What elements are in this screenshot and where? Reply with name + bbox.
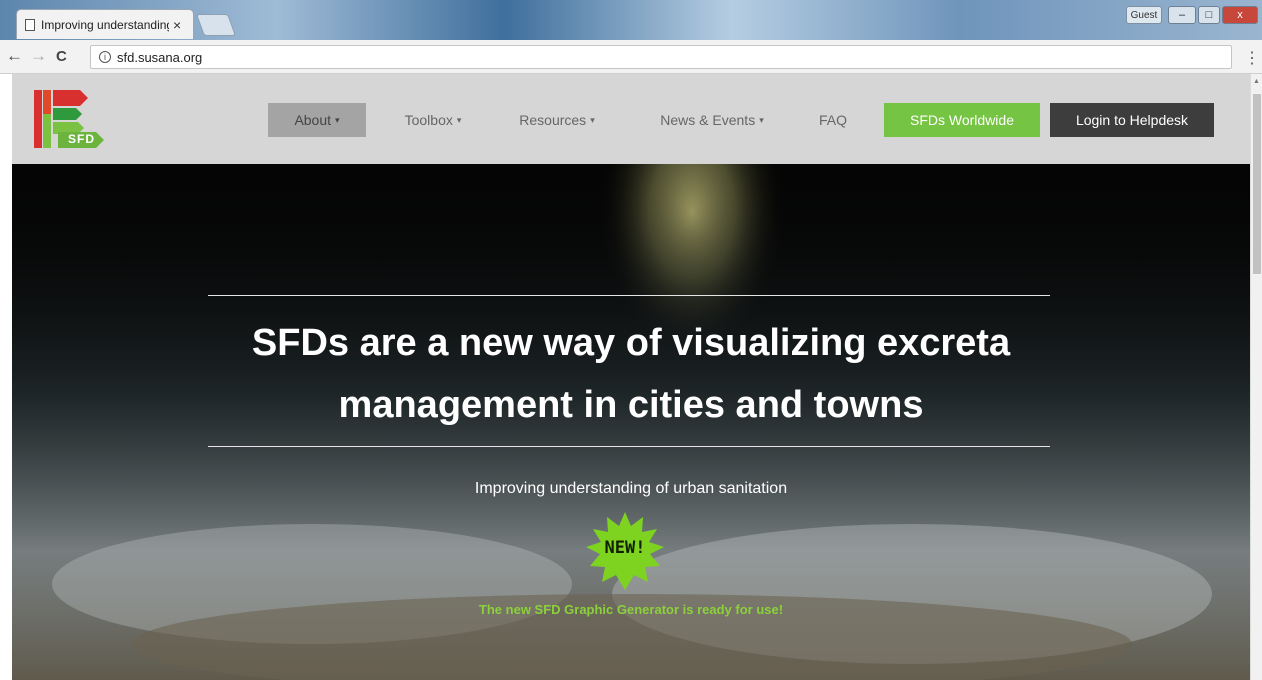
hero-title-line-2: management in cities and towns [338, 384, 924, 426]
logo-text: SFD [68, 132, 95, 146]
url-text: sfd.susana.org [117, 49, 203, 65]
nav-faq-label: FAQ [818, 112, 847, 128]
new-tab-button[interactable] [195, 14, 237, 36]
reload-icon[interactable]: C [56, 48, 67, 65]
chevron-down-icon: ▾ [590, 114, 595, 125]
back-arrow-icon[interactable]: ← [6, 46, 23, 66]
sfds-worldwide-button[interactable]: SFDs Worldwide [884, 103, 1040, 137]
nav-about[interactable]: About ▾ [268, 103, 366, 137]
minimize-button[interactable]: – [1168, 6, 1196, 24]
nav-resources[interactable]: Resources ▾ [506, 103, 608, 137]
browser-menu-icon[interactable]: ⋮ [1244, 48, 1260, 68]
hero-title: SFDs are a new way of visualizing excret… [152, 312, 1110, 436]
hero-section: SFDs are a new way of visualizing excret… [12, 164, 1250, 680]
sfd-logo[interactable]: SFD [34, 90, 106, 148]
graphic-generator-link[interactable]: The new SFD Graphic Generator is ready f… [312, 602, 950, 617]
page-scrollbar[interactable]: ▲ [1250, 74, 1262, 680]
site-header: SFD About ▾ Toolbox ▾ Resources ▾ News &… [12, 74, 1250, 164]
browser-toolbar: ← → C i sfd.susana.org ⋮ [0, 40, 1262, 74]
page-icon [25, 18, 35, 31]
window-close-button[interactable]: x [1222, 6, 1258, 24]
browser-titlebar: Improving understanding × Guest – □ x [0, 0, 1262, 40]
tab-title: Improving understanding [41, 17, 169, 32]
browser-tab[interactable]: Improving understanding × [16, 9, 194, 39]
hero-title-line-1: SFDs are a new way of visualizing excret… [251, 322, 1011, 364]
scroll-thumb[interactable] [1253, 94, 1261, 274]
maximize-button[interactable]: □ [1198, 6, 1220, 24]
title-top-divider [208, 295, 1050, 296]
tab-close-icon[interactable]: × [173, 17, 181, 33]
chevron-down-icon: ▾ [456, 114, 462, 125]
profile-guest-button[interactable]: Guest [1126, 6, 1162, 24]
new-badge-label: NEW! [604, 538, 646, 558]
nav-about-label: About [294, 112, 332, 128]
nav-news-events-label: News & Events [660, 112, 756, 128]
scroll-up-icon[interactable]: ▲ [1253, 78, 1260, 85]
chevron-down-icon: ▾ [759, 114, 764, 125]
nav-faq[interactable]: FAQ [810, 103, 856, 137]
nav-toolbox-label: Toolbox [404, 112, 453, 128]
nav-resources-label: Resources [519, 112, 587, 128]
address-bar[interactable]: i sfd.susana.org [90, 45, 1232, 69]
login-helpdesk-button[interactable]: Login to Helpdesk [1050, 103, 1214, 137]
nav-toolbox[interactable]: Toolbox ▾ [388, 103, 478, 137]
forward-arrow-icon[interactable]: → [30, 46, 47, 66]
hero-subtitle: Improving understanding of urban sanitat… [474, 480, 788, 497]
title-bottom-divider [208, 446, 1050, 447]
nav-news-events[interactable]: News & Events ▾ [642, 103, 782, 137]
info-icon[interactable]: i [99, 51, 111, 63]
chevron-down-icon: ▾ [335, 114, 340, 125]
